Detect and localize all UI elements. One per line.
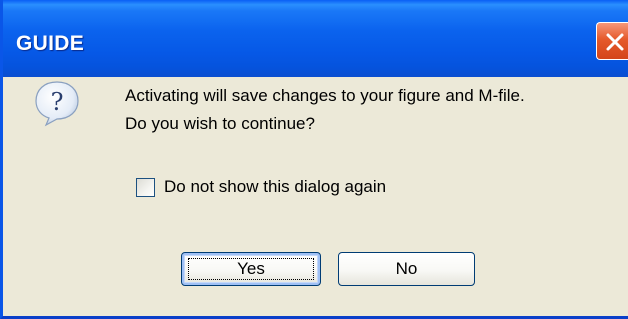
message-line-1: Activating will save changes to your fig…	[125, 86, 525, 105]
dont-show-again-label[interactable]: Do not show this dialog again	[164, 177, 386, 197]
close-button[interactable]	[596, 22, 628, 60]
svg-text:?: ?	[51, 88, 64, 116]
dont-show-again-checkbox[interactable]	[136, 177, 155, 197]
message-line-2: Do you wish to continue?	[125, 114, 315, 133]
focus-rectangle	[188, 258, 314, 280]
yes-button[interactable]: Yes	[181, 252, 321, 286]
question-icon: ?	[35, 81, 79, 127]
dialog-window: GUIDE ? Activating will save changes to …	[0, 0, 628, 319]
dont-show-again-row[interactable]: Do not show this dialog again	[136, 176, 386, 198]
window-title: GUIDE	[16, 32, 85, 55]
no-button-label: No	[395, 259, 418, 278]
close-icon	[606, 33, 624, 51]
dialog-message: Activating will save changes to your fig…	[125, 82, 525, 138]
dialog-body: ? Activating will save changes to your f…	[3, 77, 628, 316]
no-button[interactable]: No	[338, 252, 475, 286]
title-bar[interactable]: GUIDE	[3, 0, 628, 77]
